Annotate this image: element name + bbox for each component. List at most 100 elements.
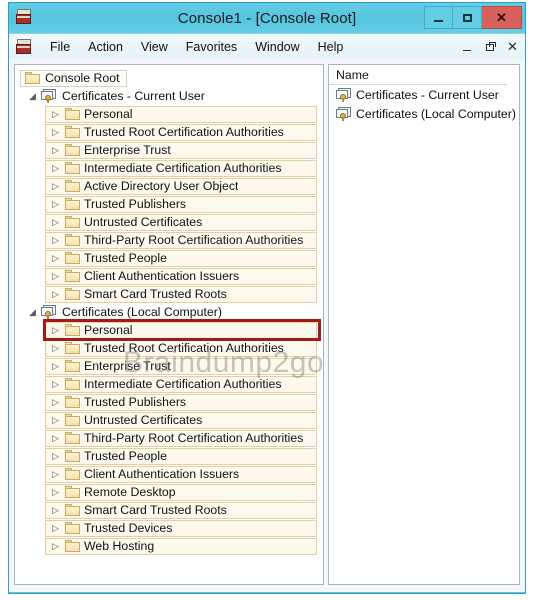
tree-item[interactable]: ▷ Personal (15, 321, 323, 339)
column-header-name[interactable]: Name (329, 65, 507, 85)
tree-item[interactable]: ▷ Trusted People (15, 249, 323, 267)
list-item[interactable]: Certificates - Current User (329, 85, 519, 104)
tree-item-console-root[interactable]: Console Root (15, 69, 323, 87)
expander-collapsed-icon[interactable]: ▷ (48, 325, 63, 336)
folder-icon (65, 180, 80, 192)
mdi-close-button[interactable]: ✕ (506, 40, 519, 53)
tree-item[interactable]: ▷ Untrusted Certificates (15, 411, 323, 429)
folder-icon (65, 378, 80, 390)
expander-collapsed-icon[interactable]: ▷ (48, 487, 63, 498)
tree-item[interactable]: ▷ Smart Card Trusted Roots (15, 501, 323, 519)
tree-item-label: Enterprise Trust (84, 359, 171, 373)
expander-collapsed-icon[interactable]: ▷ (48, 505, 63, 516)
expander-collapsed-icon[interactable]: ▷ (48, 181, 63, 192)
mmc-console-icon (16, 38, 33, 55)
tree-item[interactable]: ▷ Remote Desktop (15, 483, 323, 501)
expander-collapsed-icon[interactable]: ▷ (48, 127, 63, 138)
tree-item[interactable]: ▷ Trusted Publishers (15, 195, 323, 213)
tree-item-label: Third-Party Root Certification Authoriti… (84, 431, 304, 445)
tree-item[interactable]: ▷ Trusted Root Certification Authorities (15, 123, 323, 141)
expander-collapsed-icon[interactable]: ▷ (48, 235, 63, 246)
tree-item[interactable]: ▷ Third-Party Root Certification Authorit… (15, 231, 323, 249)
folder-icon (65, 324, 80, 336)
expander-collapsed-icon[interactable]: ▷ (48, 343, 63, 354)
folder-icon (65, 486, 80, 498)
menu-file[interactable]: File (41, 37, 79, 57)
tree-item-label: Trusted Publishers (84, 197, 187, 211)
expander-collapsed-icon[interactable]: ▷ (48, 253, 63, 264)
mdi-window-controls: ✕ (460, 34, 519, 59)
tree-item-label: Personal (84, 323, 133, 337)
expander-collapsed-icon[interactable]: ▷ (48, 289, 63, 300)
expander-collapsed-icon[interactable]: ▷ (48, 523, 63, 534)
expander-collapsed-icon[interactable]: ▷ (48, 145, 63, 156)
expander-collapsed-icon[interactable]: ▷ (48, 379, 63, 390)
console-window: Console1 - [Console Root] ✕ File Action … (8, 2, 526, 594)
expander-collapsed-icon[interactable]: ▷ (48, 199, 63, 210)
tree-item-label: Untrusted Certificates (84, 413, 203, 427)
tree-item[interactable]: ▷ Enterprise Trust (15, 141, 323, 159)
tree-item[interactable]: ▷ Web Hosting (15, 537, 323, 555)
folder-icon (65, 522, 80, 534)
certificate-store-icon (336, 87, 352, 102)
certificate-store-icon (336, 106, 352, 121)
window-controls: ✕ (424, 6, 522, 29)
console-tree-panel[interactable]: Console Root ◢ Certificates - Current User… (14, 64, 324, 585)
folder-icon (65, 342, 80, 354)
tree-item[interactable]: ▷ Trusted Root Certification Authorities (15, 339, 323, 357)
tree-item[interactable]: ▷ Intermediate Certification Authorities (15, 375, 323, 393)
tree-item[interactable]: ▷ Enterprise Trust (15, 357, 323, 375)
menu-favorites[interactable]: Favorites (177, 37, 246, 57)
tree-node-certificates-local-computer[interactable]: ◢ Certificates (Local Computer) (15, 303, 323, 321)
tree-item[interactable]: ▷ Trusted People (15, 447, 323, 465)
tree-item[interactable]: ▷ Intermediate Certification Authorities (15, 159, 323, 177)
expander-collapsed-icon[interactable]: ▷ (48, 451, 63, 462)
menu-view[interactable]: View (132, 37, 177, 57)
expander-collapsed-icon[interactable]: ▷ (48, 415, 63, 426)
menu-window[interactable]: Window (246, 37, 308, 57)
folder-icon (65, 126, 80, 138)
expander-collapsed-icon[interactable]: ▷ (48, 397, 63, 408)
tree-item[interactable]: ▷ Client Authentication Issuers (15, 267, 323, 285)
expander-collapsed-icon[interactable]: ▷ (48, 361, 63, 372)
tree-item[interactable]: ▷ Client Authentication Issuers (15, 465, 323, 483)
close-button[interactable]: ✕ (482, 6, 522, 29)
tree-item[interactable]: ▷ Personal (15, 105, 323, 123)
tree-item-label: Trusted Root Certification Authorities (84, 341, 284, 355)
folder-icon (65, 396, 80, 408)
menu-action[interactable]: Action (79, 37, 132, 57)
expander-collapsed-icon[interactable]: ▷ (48, 217, 63, 228)
tree-item[interactable]: ▷ Untrusted Certificates (15, 213, 323, 231)
certificate-store-icon (41, 89, 57, 103)
expander-collapsed-icon[interactable]: ▷ (48, 541, 63, 552)
mdi-minimize-button[interactable] (460, 40, 473, 53)
expander-collapsed-icon[interactable]: ▷ (48, 433, 63, 444)
maximize-button[interactable] (453, 6, 482, 29)
result-list-panel[interactable]: Name Certificates - Current User Certific… (328, 64, 520, 585)
expander-collapsed-icon[interactable]: ▷ (48, 271, 63, 282)
tree-node-certificates-current-user[interactable]: ◢ Certificates - Current User (15, 87, 323, 105)
mdi-close-icon: ✕ (507, 39, 518, 54)
tree-item[interactable]: ▷ Third-Party Root Certification Authorit… (15, 429, 323, 447)
mdi-restore-button[interactable] (483, 40, 496, 53)
expander-expanded-icon[interactable]: ◢ (25, 91, 40, 102)
tree-item[interactable]: ▷ Active Directory User Object (15, 177, 323, 195)
tree-item-label: Personal (84, 107, 133, 121)
tree-item[interactable]: ▷ Smart Card Trusted Roots (15, 285, 323, 303)
folder-icon (65, 432, 80, 444)
list-item-label: Certificates - Current User (356, 87, 499, 102)
minimize-button[interactable] (424, 6, 453, 29)
mmc-console-icon (16, 9, 34, 27)
tree-item-label: Intermediate Certification Authorities (84, 161, 282, 175)
expander-collapsed-icon[interactable]: ▷ (48, 469, 63, 480)
list-item[interactable]: Certificates (Local Computer) (329, 104, 519, 123)
mdi-minimize-icon (462, 49, 471, 51)
tree-item[interactable]: ▷ Trusted Publishers (15, 393, 323, 411)
expander-collapsed-icon[interactable]: ▷ (48, 109, 63, 120)
tree-item[interactable]: ▷ Trusted Devices (15, 519, 323, 537)
certificate-store-icon (41, 305, 57, 319)
menu-help[interactable]: Help (309, 37, 353, 57)
tree-item-label: Untrusted Certificates (84, 215, 203, 229)
expander-expanded-icon[interactable]: ◢ (25, 307, 40, 318)
expander-collapsed-icon[interactable]: ▷ (48, 163, 63, 174)
